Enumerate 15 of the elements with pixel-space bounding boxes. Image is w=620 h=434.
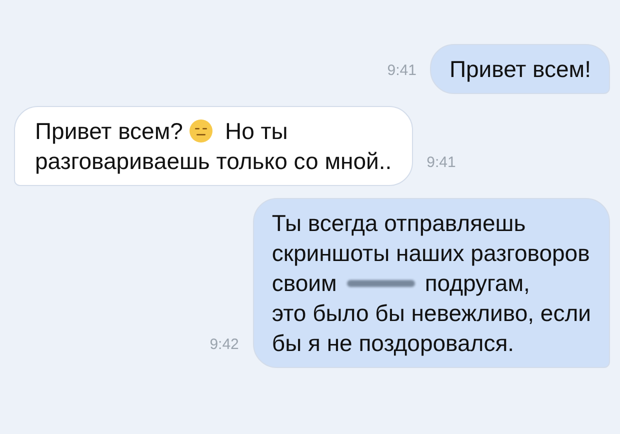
message-text: бы я не поздоровался. — [272, 329, 514, 358]
message-text: Ты всегда отправляешь — [272, 209, 526, 238]
message-text: Привет всем! — [449, 55, 591, 84]
message-text: Но ты — [224, 117, 288, 146]
message-text: своим — [272, 269, 337, 298]
message-text: скриншоты наших разговоров — [272, 239, 590, 268]
message-text: подругам, — [424, 269, 530, 298]
message-time: 9:41 — [387, 60, 416, 80]
message-time: 9:41 — [426, 152, 456, 172]
message-text: Привет всем? — [35, 117, 183, 146]
redaction-mark — [346, 280, 415, 286]
expressionless-face-icon — [188, 119, 213, 143]
message-text: это было бы невежливо, если — [272, 299, 591, 328]
message-text: разговариваешь только со мной.. — [35, 147, 392, 176]
message-time: 9:42 — [210, 334, 239, 354]
